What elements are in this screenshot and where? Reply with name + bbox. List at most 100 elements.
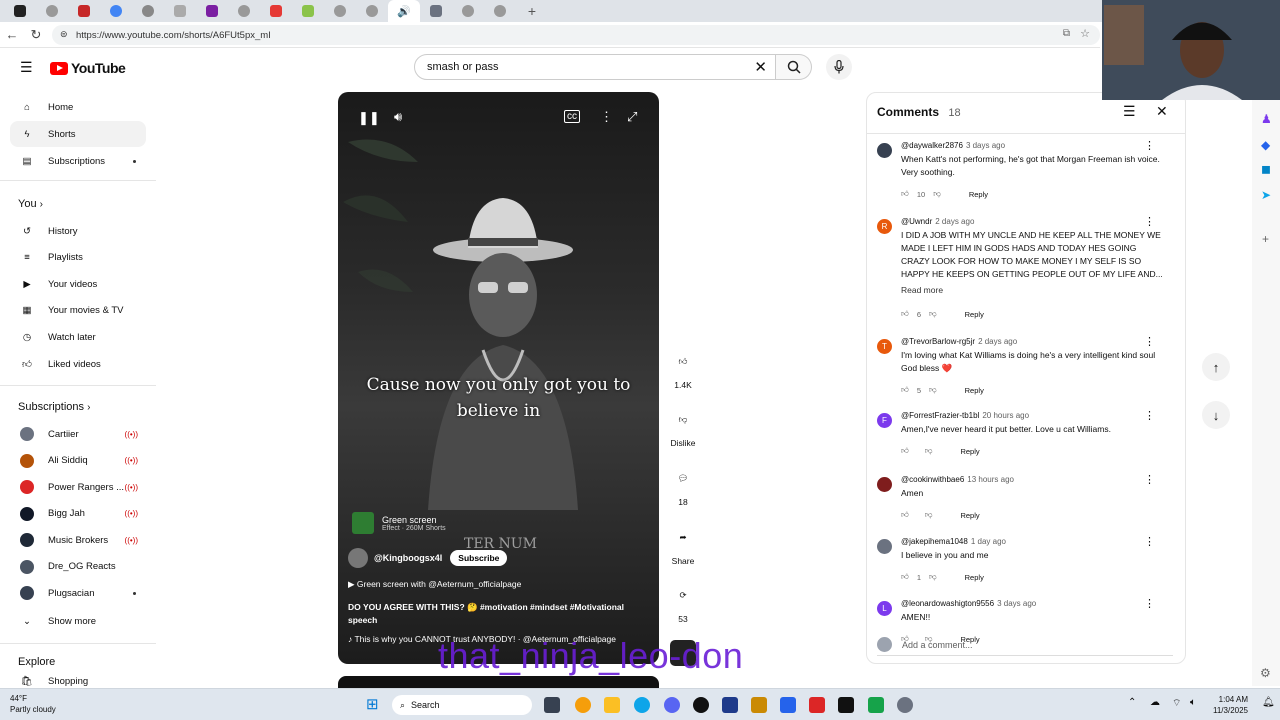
thumbs-up-icon[interactable]: 👍︎ [901, 189, 909, 199]
green-screen-with-link[interactable]: Green screen with @Aeternum_officialpage [357, 579, 521, 589]
channel-name[interactable]: @Kingboogsx4l [374, 553, 442, 563]
next-short-button[interactable]: ↓ [1202, 401, 1230, 429]
thumbs-up-icon[interactable]: 👍︎ [901, 385, 909, 395]
url-field[interactable]: ⊜ https://www.youtube.com/shorts/A6FUt5p… [52, 25, 1100, 45]
thumbs-up-icon[interactable]: 👍︎ [901, 309, 909, 319]
more-options-icon[interactable]: ⋮ [600, 109, 613, 125]
outlook-icon[interactable]: ◼ [1261, 162, 1271, 176]
sidebar-item-shopping[interactable]: 🛍︎ Shopping [10, 674, 146, 687]
browser-tab[interactable] [228, 0, 260, 22]
browser-tab[interactable] [36, 0, 68, 22]
edge-icon[interactable] [634, 697, 650, 713]
sidebar-item-playlists[interactable]: ≡ Playlists [10, 244, 146, 270]
add-comment-row[interactable]: Add a comment... [877, 637, 1173, 656]
sidebar-subscription-item[interactable]: Cartiier ((•)) [10, 421, 146, 447]
reply-button[interactable]: Reply [965, 573, 984, 582]
video-description[interactable]: DO YOU AGREE WITH THIS? 🤔 #motivation #m… [348, 601, 648, 627]
wifi-icon[interactable]: ⌔ [1172, 697, 1181, 710]
clear-search-icon[interactable]: ✕ [754, 58, 767, 76]
commenter-avatar[interactable]: T [877, 339, 892, 354]
browser-tab-active[interactable]: 🔊 [388, 0, 420, 22]
commenter-avatar[interactable] [877, 143, 892, 158]
commenter-avatar[interactable]: R [877, 219, 892, 234]
sidebar-settings-icon[interactable]: ⚙ [1260, 666, 1271, 680]
search-input[interactable]: smash or pass ✕ [414, 54, 776, 80]
effect-chip[interactable]: Green screen Effect · 260M Shorts [352, 512, 446, 534]
you-section-heading[interactable]: You › [18, 198, 43, 210]
browser-tab[interactable] [100, 0, 132, 22]
thumbs-up-icon[interactable]: 👍︎ [901, 510, 909, 520]
reply-button[interactable]: Reply [969, 190, 988, 199]
task-view-icon[interactable] [544, 697, 560, 713]
comment-more-icon[interactable]: ⋮ [1144, 141, 1155, 152]
file-explorer-icon[interactable] [604, 697, 620, 713]
clock[interactable]: 1:04 AM 11/3/2025 [1208, 694, 1248, 716]
telegram-icon[interactable]: ➤ [1261, 188, 1271, 202]
sidebar-item-home[interactable]: ⌂ Home [10, 94, 146, 120]
comment-more-icon[interactable]: ⋮ [1144, 217, 1155, 228]
shorts-video-player[interactable]: ❚❚ 🔊︎ cc ⋮ ⤢ Cause now you only got you … [338, 92, 659, 664]
commenter-name[interactable]: @ForrestFrazier-tb1bl [901, 411, 979, 420]
sidebar-subscription-item[interactable]: Dre_OG Reacts [10, 554, 146, 580]
thumbs-up-icon[interactable]: 👍︎ [901, 572, 909, 582]
settings-icon[interactable] [897, 697, 913, 713]
browser-tab[interactable] [260, 0, 292, 22]
install-app-icon[interactable]: ⧉ [1063, 28, 1070, 39]
thumbs-up-icon[interactable]: 👍︎ [901, 446, 909, 456]
browser-tab[interactable] [292, 0, 324, 22]
reply-button[interactable]: Reply [960, 511, 979, 520]
app-icon[interactable] [751, 697, 767, 713]
discord-icon[interactable] [664, 697, 680, 713]
windows-start-icon[interactable]: ⊞ [366, 695, 379, 713]
menu-icon[interactable]: ☰ [20, 59, 33, 76]
commenter-avatar[interactable]: F [877, 413, 892, 428]
thumbs-down-icon[interactable]: 👎︎ [929, 385, 937, 395]
cloud-icon[interactable]: ☁ [1150, 697, 1160, 708]
reply-button[interactable]: Reply [965, 310, 984, 319]
commenter-name[interactable]: @leonardowashigton9556 [901, 599, 994, 608]
copilot-taskbar-icon[interactable] [575, 697, 591, 713]
search-button[interactable] [776, 54, 812, 80]
taskbar-search[interactable]: ⌕ Search [392, 695, 532, 715]
previous-short-button[interactable]: ↑ [1202, 353, 1230, 381]
browser-tab[interactable] [420, 0, 452, 22]
remix-button[interactable]: ⟳ 53 [668, 580, 698, 625]
sidebar-item-watch-later[interactable]: ◷ Watch later [10, 324, 146, 350]
tray-chevron-icon[interactable]: ⌃ [1128, 697, 1136, 708]
commenter-name[interactable]: @daywalker2876 [901, 141, 963, 150]
dislike-button[interactable]: 👎︎ Dislike [663, 404, 703, 449]
obs-icon[interactable] [693, 697, 709, 713]
thumbs-down-icon[interactable]: 👎︎ [925, 446, 933, 456]
copilot-icon[interactable]: ◆ [1261, 138, 1270, 152]
comment-more-icon[interactable]: ⋮ [1144, 337, 1155, 348]
thumbs-down-icon[interactable]: 👎︎ [929, 309, 937, 319]
new-tab-button[interactable]: + [516, 0, 548, 22]
voice-search-button[interactable] [826, 54, 852, 80]
reload-icon[interactable]: ↻ [24, 27, 48, 43]
sidebar-item-history[interactable]: ↺ History [10, 218, 146, 244]
sidebar-item-movies[interactable]: ▦ Your movies & TV [10, 297, 146, 323]
sidebar-item-subscriptions[interactable]: ▤ Subscriptions [10, 148, 146, 174]
commenter-name[interactable]: @TrevorBarlow-rg5jr [901, 337, 975, 346]
add-sidebar-app-icon[interactable]: + [1262, 232, 1269, 246]
comment-more-icon[interactable]: ⋮ [1144, 537, 1155, 548]
commenter-avatar[interactable] [877, 539, 892, 554]
reply-button[interactable]: Reply [960, 447, 979, 456]
site-info-icon[interactable]: ⊜ [60, 29, 68, 40]
commenter-name[interactable]: @Uwndr [901, 217, 932, 226]
volume-tray-icon[interactable]: 🔈︎ [1190, 697, 1196, 708]
commenter-name[interactable]: @jakepihema1048 [901, 537, 968, 546]
show-more-button[interactable]: ⌄ Show more [10, 608, 146, 634]
browser-tab[interactable] [356, 0, 388, 22]
comments-button[interactable]: 💬︎ 18 [668, 463, 698, 508]
back-icon[interactable]: ← [0, 27, 24, 42]
browser-tab[interactable] [68, 0, 100, 22]
store-icon[interactable] [780, 697, 796, 713]
sidebar-subscription-item[interactable]: Ali Siddiq ((•)) [10, 448, 146, 474]
thumbs-down-icon[interactable]: 👎︎ [925, 510, 933, 520]
add-comment-input[interactable]: Add a comment... [902, 640, 973, 650]
weather-widget[interactable]: 44°F Partly cloudy [10, 693, 56, 715]
sidebar-item-your-videos[interactable]: ▶ Your videos [10, 271, 146, 297]
pause-icon[interactable]: ❚❚ [358, 110, 380, 126]
browser-tab[interactable] [164, 0, 196, 22]
